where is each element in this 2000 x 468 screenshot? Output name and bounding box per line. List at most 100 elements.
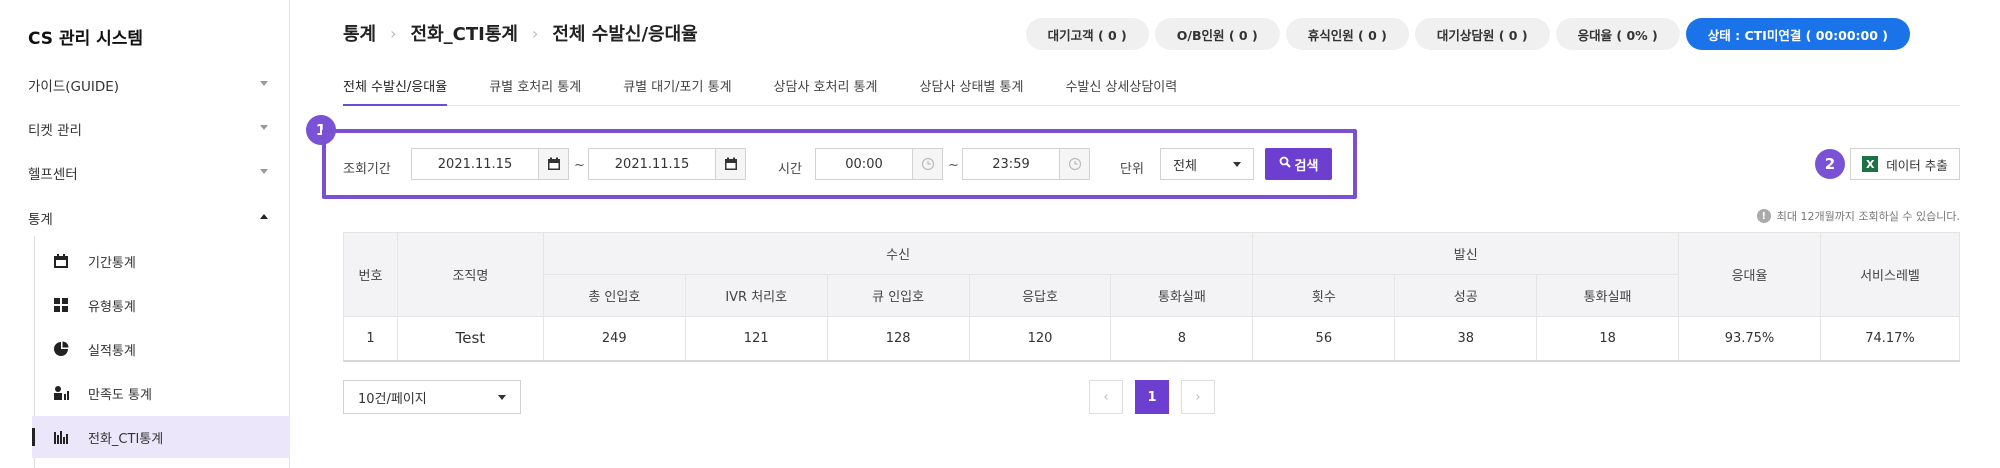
- search-icon: [1279, 156, 1291, 172]
- cti-status-button[interactable]: 상태 : CTI미연결 ( 00:00:00 ): [1685, 18, 1910, 50]
- search-button[interactable]: 검색: [1265, 148, 1332, 180]
- tab-call-detail-history[interactable]: 수발신 상세상담이력: [1065, 68, 1177, 106]
- page-size-select[interactable]: 10건/페이지: [343, 380, 521, 414]
- table-cell: 128: [826, 316, 970, 362]
- col-header-outbound-count: 횟수: [1252, 274, 1396, 317]
- col-header-inbound-failed: 통화실패: [1110, 274, 1254, 317]
- period-notice-text: 최대 12개월까지 조회하실 수 있습니다.: [1776, 210, 1960, 223]
- pie-chart-icon: [52, 340, 70, 358]
- sidebar-menu-helpcenter[interactable]: 헬프센터: [0, 153, 290, 193]
- table-row: 1 Test 249 121 128 120 8 56 38 18 93.75%…: [343, 316, 1961, 362]
- grid-icon: [52, 296, 70, 314]
- page-button-current[interactable]: 1: [1135, 380, 1169, 414]
- step-badge-2: 2: [1815, 149, 1845, 179]
- tab-queue-call-handling[interactable]: 큐별 호처리 통계: [489, 68, 581, 106]
- tab-agent-call-handling[interactable]: 상담사 호처리 통계: [774, 68, 878, 106]
- chevron-up-icon: [260, 214, 268, 219]
- answer-rate-badge: 응대율 ( 0% ): [1555, 18, 1680, 50]
- sidebar-menu-label: 헬프센터: [28, 167, 78, 183]
- waiting-customers-badge: 대기고객 ( 0 ): [1025, 18, 1149, 50]
- sidebar-item-label: 전화_CTI통계: [88, 431, 164, 447]
- tab-bar: 전체 수발신/응대율 큐별 호처리 통계 큐별 대기/포기 통계 상담사 호처리…: [343, 68, 1960, 106]
- table-cell: Test: [396, 316, 544, 362]
- ob-staff-badge: O/B인원 ( 0 ): [1154, 18, 1280, 50]
- date-from-value: 2021.11.15: [437, 156, 513, 172]
- time-to-value: 23:59: [992, 156, 1030, 172]
- sidebar-item-cti-stats[interactable]: 전화_CTI통계: [32, 416, 290, 458]
- calendar-icon[interactable]: [538, 149, 568, 179]
- breadcrumb-item[interactable]: 전화_CTI통계: [411, 20, 518, 46]
- chevron-down-icon: [260, 169, 268, 174]
- col-header-queue-inbound: 큐 인입호: [826, 274, 970, 317]
- calendar-icon[interactable]: [715, 149, 745, 179]
- sidebar: CS 관리 시스템 가이드(GUIDE) 티켓 관리 헬프센터 통계 기간통계 …: [0, 0, 290, 468]
- range-separator: ~: [574, 158, 585, 173]
- satisfaction-icon: [52, 384, 70, 402]
- breadcrumb: 통계 › 전화_CTI통계 › 전체 수발신/응대율: [343, 20, 698, 46]
- range-separator: ~: [948, 158, 959, 173]
- clock-icon[interactable]: [1059, 149, 1089, 179]
- table-cell: 93.75%: [1678, 316, 1821, 362]
- col-header-org: 조직명: [396, 232, 544, 317]
- app-title: CS 관리 시스템: [28, 29, 144, 49]
- table-cell: 120: [968, 316, 1112, 362]
- date-to-field[interactable]: 2021.11.15: [588, 148, 746, 180]
- data-export-label: 데이터 추출: [1886, 157, 1948, 173]
- time-to-field[interactable]: 23:59: [962, 148, 1090, 180]
- sidebar-menu-label: 통계: [28, 212, 53, 228]
- sidebar-item-period-stats[interactable]: 기간통계: [32, 240, 290, 282]
- clock-icon[interactable]: [912, 149, 942, 179]
- col-header-answer-rate: 응대율: [1678, 232, 1821, 317]
- table-cell: 121: [684, 316, 828, 362]
- time-from-value: 00:00: [845, 156, 883, 172]
- caret-down-icon: [1233, 162, 1241, 167]
- breadcrumb-item[interactable]: 통계: [343, 20, 376, 46]
- page-size-value: 10건/페이지: [358, 391, 427, 407]
- table-cell: 74.17%: [1819, 316, 1961, 362]
- sidebar-item-label: 실적통계: [88, 343, 136, 359]
- prev-page-button[interactable]: ‹: [1089, 380, 1123, 414]
- tab-agent-status[interactable]: 상담사 상태별 통계: [919, 68, 1023, 106]
- tab-queue-wait-abandon[interactable]: 큐별 대기/포기 통계: [623, 68, 731, 106]
- sidebar-item-satisfaction-stats[interactable]: 만족도 통계: [32, 372, 290, 414]
- stats-table: 번호 조직명 수신 발신 응대율 서비스레벨 총 인입호 IVR 처리호 큐 인…: [343, 232, 1961, 362]
- sidebar-item-label: 기간통계: [88, 255, 136, 271]
- info-icon: !: [1756, 209, 1771, 223]
- chevron-down-icon: [260, 81, 268, 86]
- time-from-field[interactable]: 00:00: [815, 148, 943, 180]
- col-header-no: 번호: [343, 232, 398, 317]
- bar-chart-icon: [52, 428, 70, 446]
- table-cell: 18: [1536, 316, 1680, 362]
- sidebar-menu-stats[interactable]: 통계: [0, 198, 290, 238]
- date-from-field[interactable]: 2021.11.15: [411, 148, 569, 180]
- date-to-value: 2021.11.15: [614, 156, 690, 172]
- chevron-down-icon: [260, 125, 268, 130]
- col-header-service-level: 서비스레벨: [1819, 232, 1961, 317]
- sidebar-item-type-stats[interactable]: 유형통계: [32, 284, 290, 326]
- col-group-inbound: 수신: [542, 232, 1254, 275]
- sidebar-menu-guide[interactable]: 가이드(GUIDE): [0, 65, 290, 105]
- chevron-right-icon: ›: [390, 23, 397, 43]
- tab-overall-call-rate[interactable]: 전체 수발신/응대율: [343, 68, 448, 106]
- chevron-right-icon: ›: [531, 23, 539, 43]
- col-header-ivr-handled: IVR 처리호: [684, 274, 828, 317]
- sidebar-item-label: 유형통계: [88, 299, 136, 315]
- table-cell: 1: [343, 316, 398, 362]
- search-button-label: 검색: [1294, 158, 1319, 174]
- data-export-button[interactable]: X 데이터 추출: [1850, 148, 1960, 180]
- caret-down-icon: [498, 395, 506, 400]
- break-staff-badge: 휴식인원 ( 0 ): [1285, 18, 1409, 50]
- table-cell: 8: [1110, 316, 1254, 362]
- sidebar-menu-label: 가이드(GUIDE): [28, 79, 120, 95]
- next-page-button[interactable]: ›: [1181, 380, 1215, 414]
- sidebar-item-performance-stats[interactable]: 실적통계: [32, 328, 290, 370]
- col-header-outbound-failed: 통화실패: [1536, 274, 1680, 317]
- table-cell: 56: [1252, 316, 1396, 362]
- breadcrumb-current: 전체 수발신/응대율: [552, 24, 698, 45]
- excel-icon: X: [1862, 156, 1879, 172]
- sidebar-item-label: 만족도 통계: [88, 387, 152, 403]
- calendar-icon: [52, 252, 70, 270]
- unit-select-value: 전체: [1173, 158, 1197, 174]
- unit-select[interactable]: 전체: [1160, 148, 1254, 180]
- sidebar-menu-ticket[interactable]: 티켓 관리: [0, 109, 290, 149]
